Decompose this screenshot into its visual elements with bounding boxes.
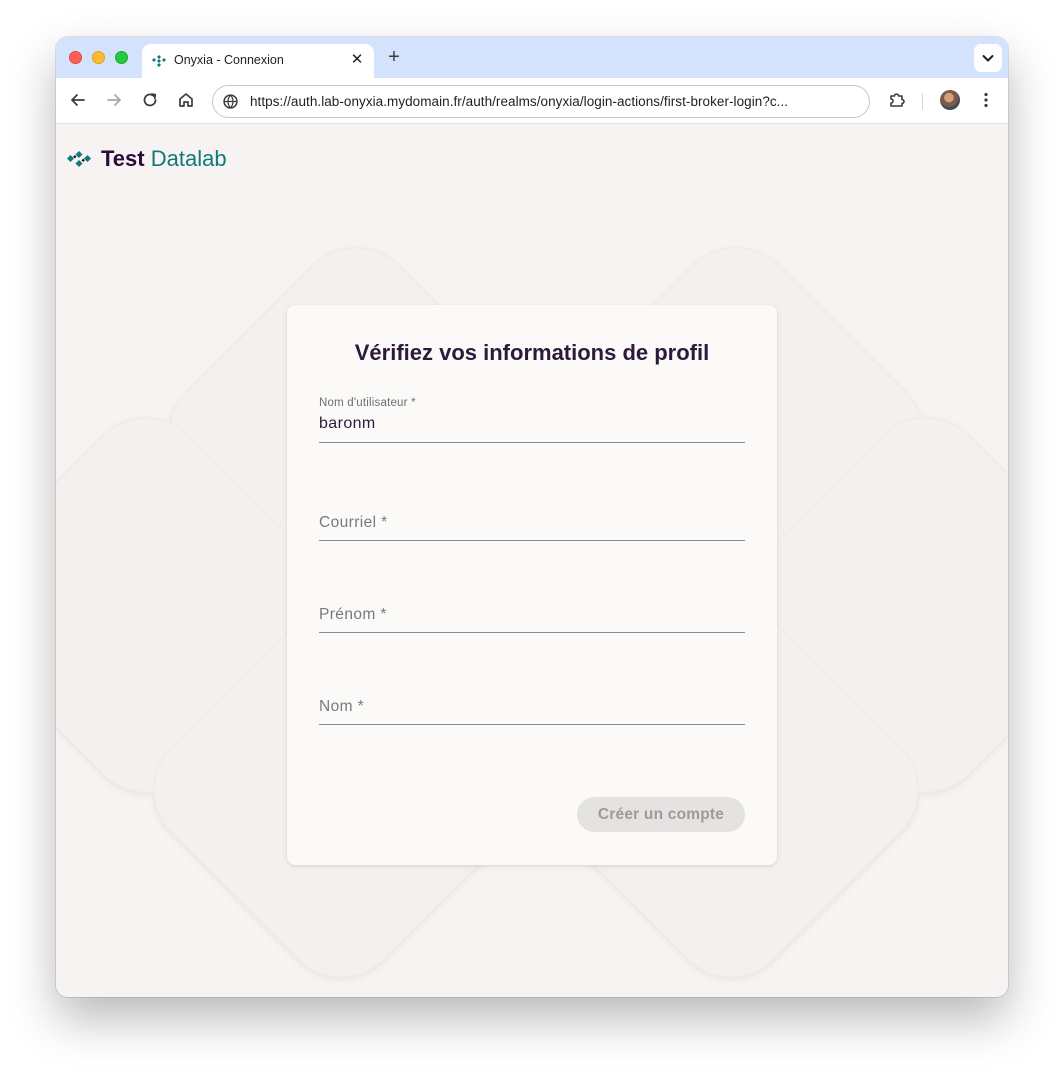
- maximize-window-button[interactable]: [115, 51, 128, 64]
- chevron-down-icon: [982, 55, 994, 62]
- tab-close-icon[interactable]: ✕: [348, 51, 366, 69]
- reload-icon[interactable]: [139, 89, 161, 111]
- tab-strip: Onyxia - Connexion ✕ +: [56, 37, 1008, 78]
- url-text: https://auth.lab-onyxia.mydomain.fr/auth…: [250, 94, 789, 109]
- email-field[interactable]: Courriel *: [319, 495, 745, 541]
- profile-avatar[interactable]: [940, 90, 960, 110]
- form-title: Vérifiez vos informations de profil: [354, 340, 710, 365]
- globe-icon[interactable]: [222, 93, 239, 110]
- tab-title: Onyxia - Connexion: [174, 53, 284, 67]
- username-field[interactable]: Nom d'utilisateur * baronm: [319, 397, 745, 443]
- more-menu-icon[interactable]: [975, 89, 997, 111]
- brand-name-test: Test: [101, 146, 145, 171]
- lastname-label: Nom *: [319, 698, 365, 715]
- tab-onyxia[interactable]: Onyxia - Connexion ✕: [142, 44, 374, 78]
- brand-name-datalab: Datalab: [150, 146, 227, 171]
- username-value[interactable]: baronm: [319, 415, 376, 433]
- close-window-button[interactable]: [69, 51, 82, 64]
- profile-form-card: Vérifiez vos informations de profil Nom …: [287, 305, 777, 865]
- new-tab-button[interactable]: +: [383, 47, 405, 69]
- minimize-window-button[interactable]: [92, 51, 105, 64]
- address-bar[interactable]: https://auth.lab-onyxia.mydomain.fr/auth…: [212, 85, 870, 118]
- page-content: Test Datalab Vérifiez vos informations d…: [56, 125, 1008, 997]
- firstname-label: Prénom *: [319, 606, 387, 623]
- back-arrow-icon[interactable]: [67, 89, 89, 111]
- forward-arrow-icon[interactable]: [103, 89, 125, 111]
- home-icon[interactable]: [175, 89, 197, 111]
- create-account-button[interactable]: Créer un compte: [577, 797, 745, 832]
- browser-toolbar: https://auth.lab-onyxia.mydomain.fr/auth…: [56, 78, 1008, 124]
- extensions-puzzle-icon[interactable]: [886, 89, 908, 111]
- username-label: Nom d'utilisateur *: [319, 397, 416, 409]
- brand-name: Test Datalab: [101, 145, 227, 173]
- lastname-field[interactable]: Nom *: [319, 679, 745, 725]
- onyxia-logo-icon: [67, 151, 91, 167]
- browser-window: Onyxia - Connexion ✕ + https://auth.lab-…: [56, 37, 1008, 997]
- email-label: Courriel *: [319, 514, 388, 531]
- toolbar-divider: [922, 93, 923, 110]
- tab-search-button[interactable]: [974, 44, 1002, 72]
- firstname-field[interactable]: Prénom *: [319, 587, 745, 633]
- onyxia-favicon-icon: [152, 55, 166, 67]
